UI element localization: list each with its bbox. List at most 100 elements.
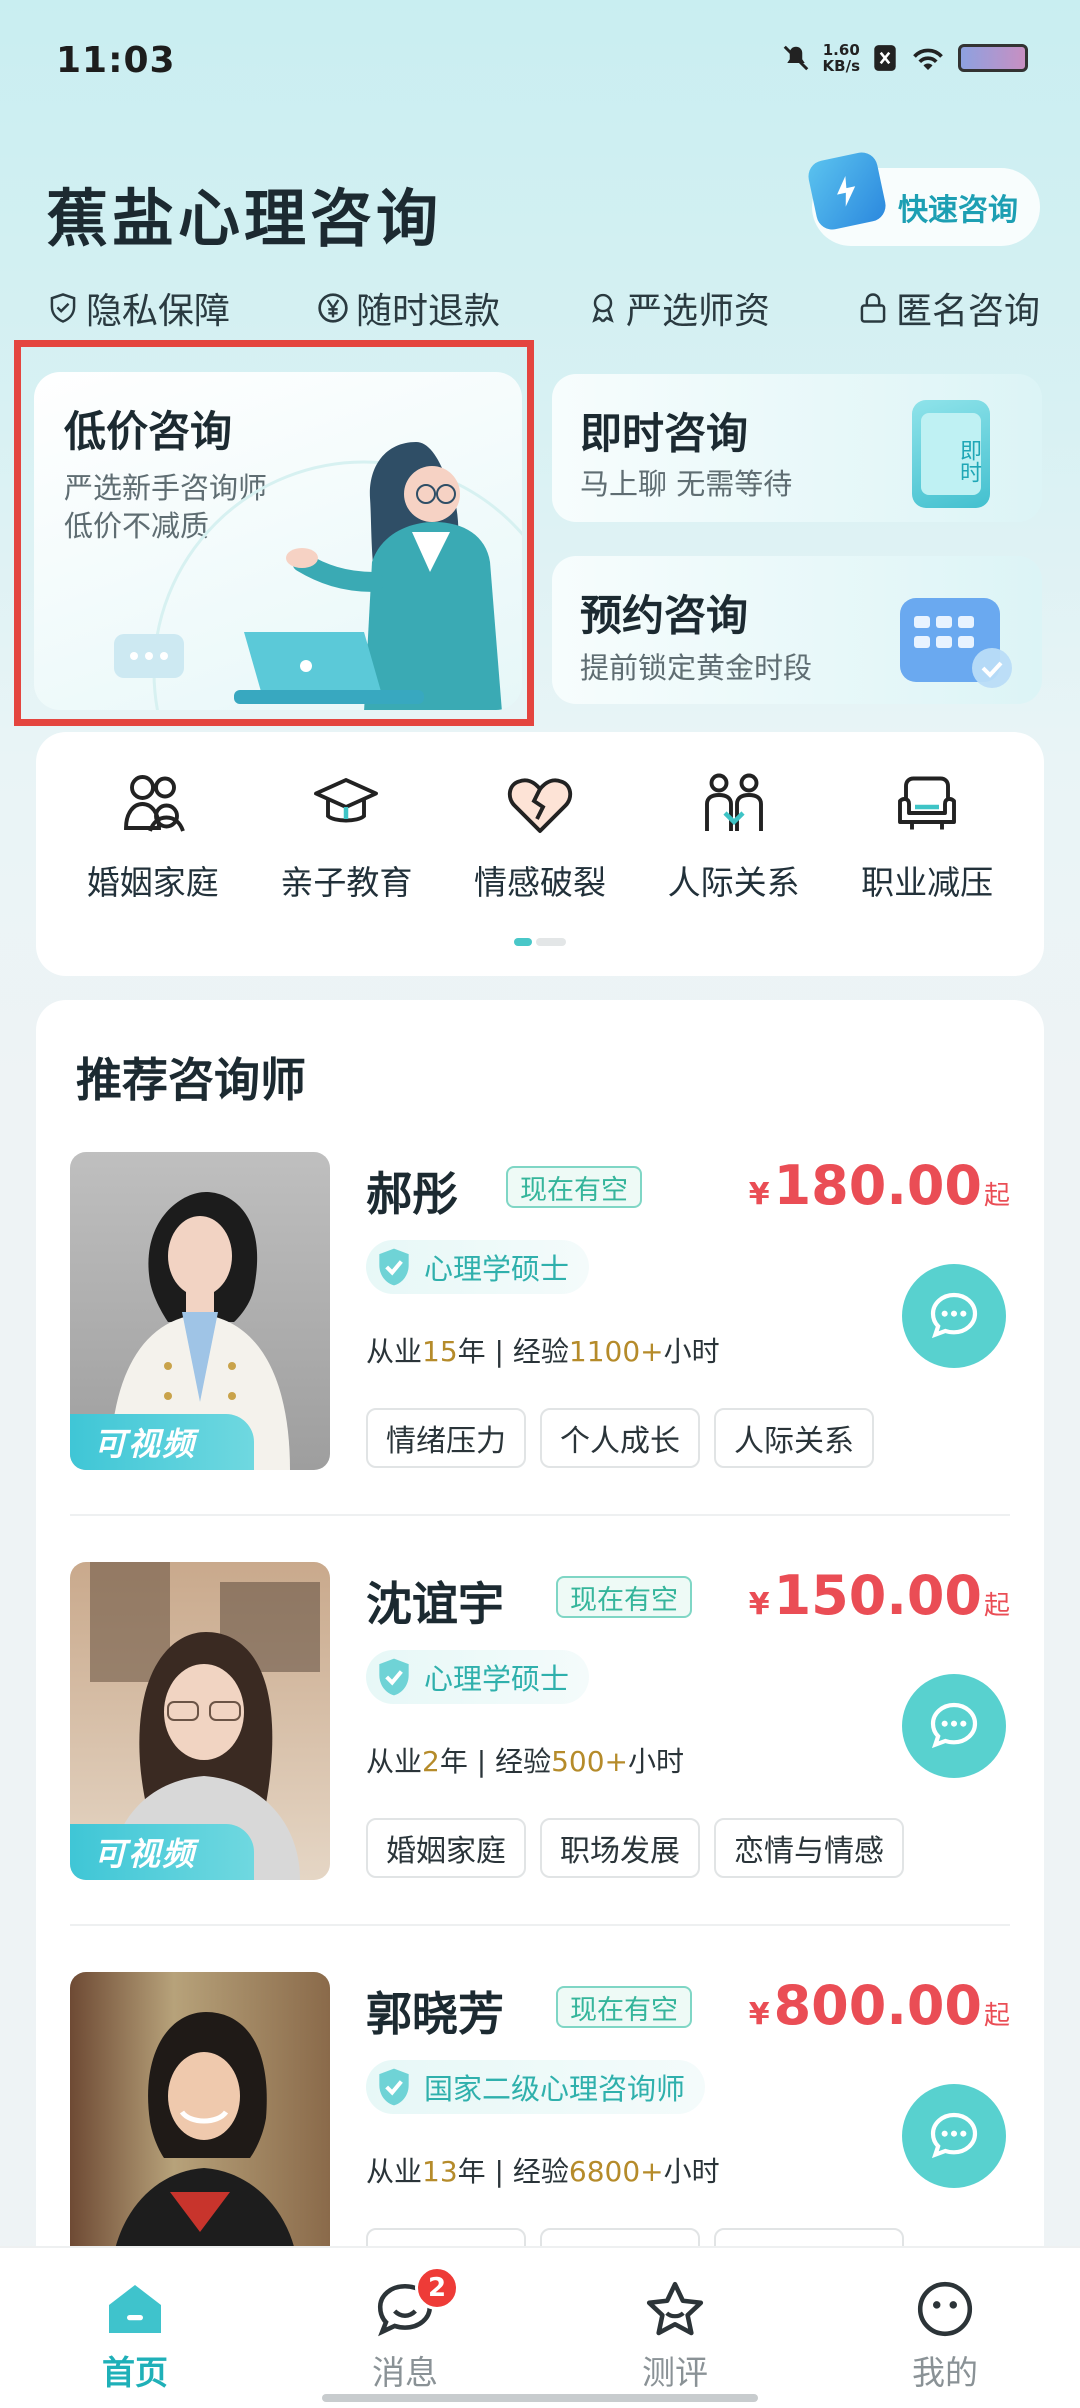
instant-sub: 马上聊 无需等待	[580, 467, 793, 501]
specialty-tag: 恋情与情感	[714, 1818, 904, 1878]
instant-title: 即时咨询	[580, 409, 749, 458]
price: ¥ 800.00 起	[748, 1974, 1010, 2037]
award-icon	[586, 291, 620, 325]
category-work-stress[interactable]: 职业减压	[837, 768, 1017, 904]
broken-heart-icon	[507, 778, 573, 833]
availability-badge: 现在有空	[556, 1576, 692, 1618]
counselor-photo: 可视频	[70, 1562, 330, 1880]
specialty-tags: 情绪压力 个人成长 人际关系	[366, 1408, 874, 1468]
category-panel: 婚姻家庭 亲子教育 情感破裂 人际关系 职业减压	[36, 732, 1044, 976]
mute-icon	[783, 45, 808, 71]
people-icon	[704, 773, 763, 831]
experience-text: 从业15年 | 经验1100+小时	[366, 1335, 720, 1368]
tab-profile[interactable]: 我的	[845, 2280, 1045, 2408]
experience-text: 从业13年 | 经验6800+小时	[366, 2155, 720, 2188]
phone-icon: 即时	[912, 400, 990, 508]
guarantee-selected: 严选师资	[586, 282, 770, 334]
specialty-tag: 情绪压力	[366, 1408, 526, 1468]
appointment-consult-card[interactable]: 预约咨询 提前锁定黄金时段	[552, 556, 1042, 704]
battery-icon	[958, 44, 1028, 72]
instant-consult-card[interactable]: 即时咨询 马上聊 无需等待 即时	[552, 374, 1042, 522]
smile-face-icon	[917, 2281, 973, 2337]
appointment-sub: 提前锁定黄金时段	[580, 651, 813, 685]
quick-consult-button[interactable]: 快速咨询	[805, 149, 1040, 246]
counselor-photo: 可视频	[70, 1152, 330, 1470]
graduation-cap-icon	[314, 778, 379, 823]
shield-check-icon	[46, 291, 80, 325]
video-available-tag: 可视频	[70, 1414, 254, 1470]
guarantee-anonymous: 匿名咨询	[856, 282, 1040, 334]
counselor-name: 郝彤	[366, 1167, 458, 1221]
specialty-tag: 人际关系	[714, 1408, 874, 1468]
counselor-photo	[70, 1972, 330, 2290]
specialty-tag: 职场发展	[540, 1818, 700, 1878]
category-row: 婚姻家庭 亲子教育 情感破裂 人际关系 职业减压	[36, 768, 1044, 904]
specialty-tag: 个人成长	[540, 1408, 700, 1468]
verified-shield-icon	[379, 1248, 409, 1286]
low-price-consult-card[interactable]: 低价咨询 严选新手咨询师 低价不减质	[34, 372, 522, 710]
guarantee-refund: 随时退款	[316, 282, 500, 334]
tab-messages[interactable]: 2 消息	[305, 2266, 505, 2408]
appointment-title: 预约咨询	[580, 591, 749, 640]
availability-badge: 现在有空	[556, 1986, 692, 2028]
pager-dot-active	[514, 938, 532, 946]
specialty-tag: 婚姻家庭	[366, 1818, 526, 1878]
quick-consult-label: 快速咨询	[898, 193, 1018, 228]
experience-text: 从业2年 | 经验500+小时	[366, 1745, 685, 1778]
recommend-title: 推荐咨询师	[76, 1053, 306, 1107]
chat-bubble-icon	[930, 2112, 978, 2159]
tab-assessment[interactable]: 测评	[575, 2280, 775, 2408]
counselor-name: 沈谊宇	[366, 1577, 504, 1631]
tab-home[interactable]: 首页	[35, 2280, 235, 2408]
counselor-card[interactable]: 郭晓芳 现在有空 ¥ 800.00 起 国家二级心理咨询师 从业13年 | 经验…	[70, 1972, 1010, 2292]
net-speed: 1.60 KB/s	[822, 41, 860, 75]
verified-shield-icon	[379, 2068, 409, 2106]
divider	[70, 1514, 1010, 1516]
status-time: 11:03	[56, 40, 176, 81]
counselor-illustration	[114, 442, 522, 710]
armchair-icon	[898, 776, 957, 830]
chat-button[interactable]	[902, 1264, 1006, 1368]
lock-icon	[856, 291, 890, 325]
counselor-name: 郭晓芳	[366, 1987, 504, 2041]
price: ¥ 150.00 起	[748, 1564, 1010, 1627]
chat-bubble-icon	[930, 1292, 978, 1339]
home-icon	[109, 2285, 161, 2333]
unread-badge: 2	[415, 2266, 459, 2310]
family-icon	[123, 775, 185, 832]
certification-badge: 心理学硕士	[366, 1240, 590, 1294]
video-available-tag: 可视频	[70, 1824, 254, 1880]
wifi-icon	[913, 48, 943, 70]
divider	[70, 1924, 1010, 1926]
app-title: 蕉盐心理咨询	[46, 182, 443, 255]
guarantee-row: 隐私保障 随时退款 严选师资 匿名咨询	[46, 282, 1040, 334]
yuan-circle-icon	[316, 291, 350, 325]
portrait-image	[110, 2012, 300, 2290]
home-indicator	[322, 2394, 758, 2402]
verified-shield-icon	[379, 1658, 409, 1696]
category-interpersonal[interactable]: 人际关系	[644, 768, 824, 904]
chat-button[interactable]	[902, 1674, 1006, 1778]
counselor-card[interactable]: 可视频 郝彤 现在有空 ¥ 180.00 起 心理学硕士 从业15年 | 经验1…	[70, 1152, 1010, 1472]
chat-bubble-icon	[930, 1702, 978, 1749]
pager-dot	[536, 938, 566, 946]
star-icon	[646, 2281, 704, 2336]
calendar-icon	[900, 598, 1012, 688]
counselor-card[interactable]: 可视频 沈谊宇 现在有空 ¥ 150.00 起 心理学硕士 从业2年 | 经验5…	[70, 1562, 1010, 1882]
certification-badge: 国家二级心理咨询师	[366, 2060, 706, 2114]
app-page: 11:03 1.60 KB/s 蕉盐心理咨询 快速咨询 隐私保障 随时退款 严选…	[0, 0, 1080, 2408]
guarantee-privacy: 隐私保障	[46, 282, 230, 334]
category-broken-relationship[interactable]: 情感破裂	[450, 768, 630, 904]
chat-button[interactable]	[902, 2084, 1006, 2188]
price: ¥ 180.00 起	[748, 1154, 1010, 1217]
status-icons: 1.60 KB/s	[781, 42, 1028, 74]
availability-badge: 现在有空	[506, 1166, 642, 1208]
lightning-icon	[805, 149, 889, 233]
certification-badge: 心理学硕士	[366, 1650, 590, 1704]
category-marriage-family[interactable]: 婚姻家庭	[63, 768, 243, 904]
specialty-tags: 婚姻家庭 职场发展 恋情与情感	[366, 1818, 904, 1878]
status-bar: 11:03 1.60 KB/s	[0, 0, 1080, 124]
category-parent-education[interactable]: 亲子教育	[256, 768, 436, 904]
sim-off-icon	[874, 45, 896, 71]
category-pager	[514, 938, 566, 946]
